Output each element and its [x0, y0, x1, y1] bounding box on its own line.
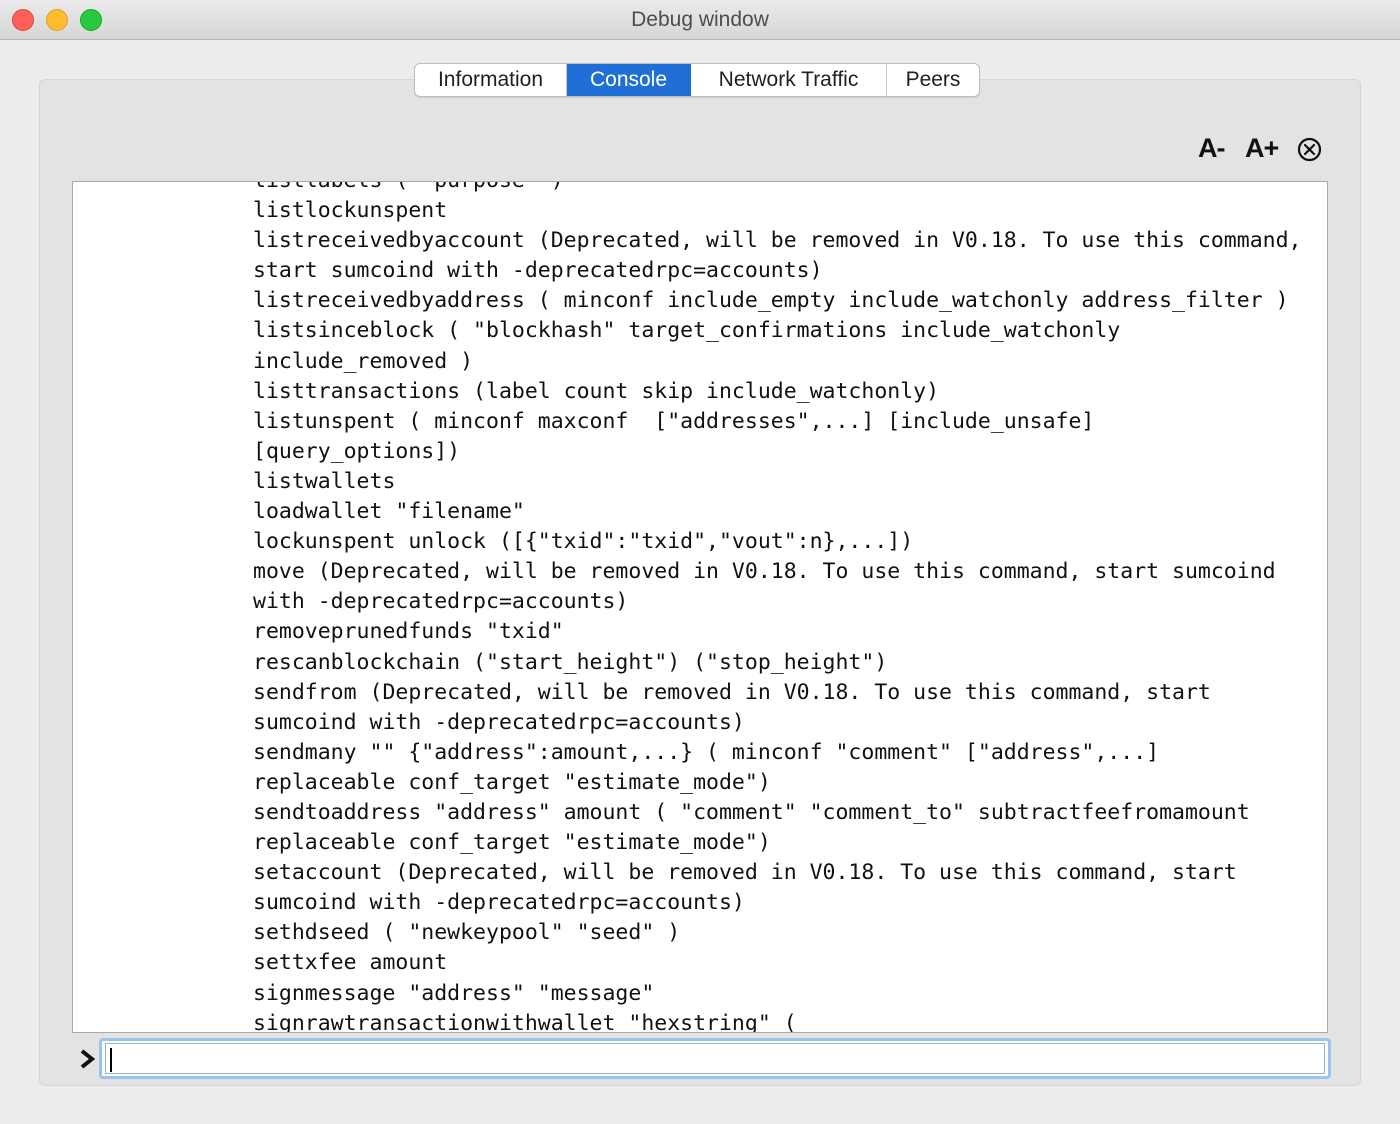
console-line: with -deprecatedrpc=accounts) [253, 589, 629, 615]
tab-bar: Information Console Network Traffic Peer… [414, 63, 980, 97]
console-line: listreceivedbyaccount (Deprecated, will … [253, 228, 1302, 254]
console-line: include_removed ) [253, 348, 474, 374]
console-line: listtransactions (label count skip inclu… [253, 378, 940, 404]
console-line: listreceivedbyaddress ( minconf include_… [253, 288, 1289, 314]
console-line: [query_options]) [253, 438, 461, 464]
font-increase-button[interactable]: A+ [1245, 133, 1279, 164]
console-line: listwallets [253, 468, 396, 494]
console-line: start sumcoind with -deprecatedrpc=accou… [253, 258, 823, 284]
console-line: setaccount (Deprecated, will be removed … [253, 860, 1237, 886]
clear-console-icon[interactable] [1297, 137, 1322, 162]
console-line: settxfee amount [253, 950, 448, 976]
console-line: replaceable conf_target "estimate_mode") [253, 769, 771, 795]
console-line: sendtoaddress "address" amount ( "commen… [253, 799, 1250, 825]
console-line: loadwallet "filename" [253, 499, 525, 525]
console-line: move (Deprecated, will be removed in V0.… [253, 559, 1276, 585]
text-caret [110, 1048, 112, 1072]
font-decrease-button[interactable]: A- [1198, 133, 1225, 164]
tab-information[interactable]: Information [415, 64, 567, 96]
console-line: removeprunedfunds "txid" [253, 619, 564, 645]
console-line: replaceable conf_target "estimate_mode") [253, 830, 771, 856]
console-output-lines: listlabels ( "purpose" ) listlockunspent l… [253, 182, 1323, 1033]
console-line: listlabels ( "purpose" ) [253, 182, 1323, 196]
console-line: signmessage "address" "message" [253, 980, 655, 1006]
console-line: listunspent ( minconf maxconf ["addresse… [253, 408, 1095, 434]
tab-peers[interactable]: Peers [887, 64, 979, 96]
console-line: sendfrom (Deprecated, will be removed in… [253, 679, 1211, 705]
console-line: lockunspent unlock ([{"txid":"txid","vou… [253, 529, 914, 555]
console-line: listlockunspent [253, 198, 448, 224]
console-line: sendmany "" {"address":amount,...} ( min… [253, 739, 1160, 765]
console-line: listsinceblock ( "blockhash" target_conf… [253, 318, 1121, 344]
window-title: Debug window [631, 8, 769, 31]
tab-network-traffic[interactable]: Network Traffic [691, 64, 887, 96]
debug-window: Debug window Information Console Network… [0, 0, 1400, 1124]
prompt-chevron-icon [80, 1049, 96, 1069]
console-input-focus-ring [99, 1038, 1331, 1079]
console-line: sethdseed ( "newkeypool" "seed" ) [253, 920, 681, 946]
console-line: sumcoind with -deprecatedrpc=accounts) [253, 709, 745, 735]
title-bar[interactable]: Debug window [0, 0, 1400, 40]
console-line: signrawtransactionwithwallet "hexstring"… [253, 1010, 797, 1033]
console-output[interactable]: listlabels ( "purpose" ) listlockunspent l… [72, 181, 1328, 1033]
console-line: sumcoind with -deprecatedrpc=accounts) [253, 890, 745, 916]
tab-console[interactable]: Console [567, 64, 691, 96]
console-input[interactable] [105, 1043, 1325, 1074]
console-line: rescanblockchain ("start_height") ("stop… [253, 649, 888, 675]
